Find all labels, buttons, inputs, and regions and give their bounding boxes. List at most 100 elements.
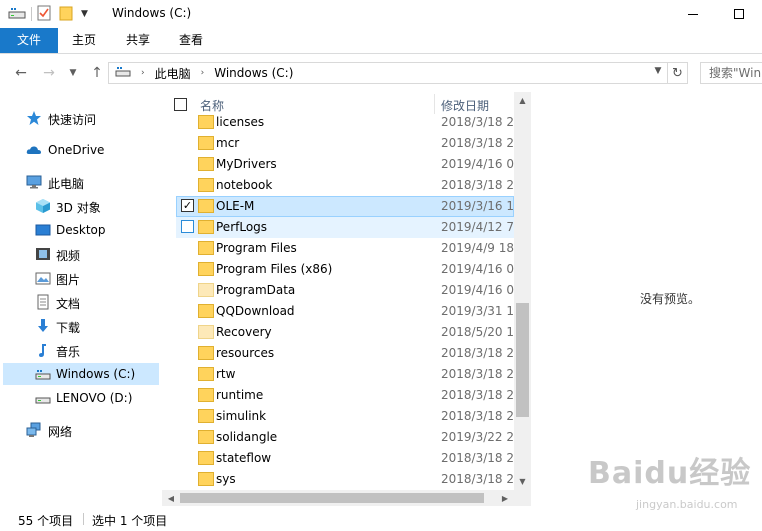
scroll-down-icon[interactable]: ▼ bbox=[514, 473, 531, 490]
file-date: 2018/3/18 20 bbox=[441, 451, 514, 465]
sidebar-item-quick-access[interactable]: 快速访问 bbox=[0, 107, 160, 129]
address-bar[interactable]: › 此电脑 › Windows (C:) ▼ bbox=[108, 62, 668, 84]
table-row[interactable]: runtime 2018/3/18 20 bbox=[176, 385, 514, 406]
folder-icon bbox=[198, 388, 214, 402]
file-name: stateflow bbox=[216, 451, 272, 465]
file-name: solidangle bbox=[216, 430, 278, 444]
sidebar-item-music[interactable]: 音乐 bbox=[0, 339, 160, 361]
folder-icon bbox=[198, 430, 214, 444]
vertical-scrollbar[interactable]: ▲ ▼ bbox=[514, 92, 531, 490]
maximize-button[interactable] bbox=[716, 0, 762, 28]
forward-button[interactable]: → bbox=[40, 64, 58, 82]
sidebar-item-videos[interactable]: 视频 bbox=[0, 243, 160, 265]
table-row[interactable]: Recovery 2018/5/20 17 bbox=[176, 322, 514, 343]
chevron-right-icon[interactable]: › bbox=[141, 68, 145, 78]
table-row[interactable]: licenses 2018/3/18 20 bbox=[176, 112, 514, 133]
sidebar-item-windows-c[interactable]: Windows (C:) bbox=[3, 363, 159, 385]
table-row[interactable]: stateflow 2018/3/18 20 bbox=[176, 448, 514, 469]
ribbon-tabs: 文件 主页 共享 查看 bbox=[0, 28, 762, 53]
file-date: 2018/3/18 20 bbox=[441, 115, 514, 129]
no-preview-text: 没有预览。 bbox=[640, 292, 701, 306]
file-date: 2018/3/18 20 bbox=[441, 136, 514, 150]
table-row[interactable]: simulink 2018/3/18 20 bbox=[176, 406, 514, 427]
table-row[interactable]: Program Files 2019/4/9 18: bbox=[176, 238, 514, 259]
file-date: 2019/4/16 0: bbox=[441, 157, 514, 171]
row-checkbox[interactable] bbox=[181, 220, 194, 233]
folder-icon bbox=[198, 367, 214, 381]
sidebar-item-label: Windows (C:) bbox=[56, 367, 136, 381]
sidebar-item-lenovo-d[interactable]: LENOVO (D:) bbox=[0, 387, 160, 409]
baidu-watermark: Baidu经验 jingyan.baidu.com bbox=[588, 448, 758, 520]
table-row[interactable]: notebook 2018/3/18 20 bbox=[176, 175, 514, 196]
table-row[interactable]: mcr 2018/3/18 20 bbox=[176, 133, 514, 154]
sidebar-item-network[interactable]: 网络 bbox=[0, 419, 160, 441]
refresh-icon: ↻ bbox=[672, 65, 683, 81]
vertical-scroll-thumb[interactable] bbox=[516, 303, 529, 417]
refresh-button[interactable]: ↻ bbox=[668, 62, 688, 84]
table-row[interactable]: Program Files (x86) 2019/4/16 0: bbox=[176, 259, 514, 280]
chevron-down-icon: ▼ bbox=[69, 68, 77, 78]
arrow-left-icon: ← bbox=[15, 65, 27, 81]
scroll-up-icon[interactable]: ▲ bbox=[514, 92, 531, 109]
new-folder-icon[interactable] bbox=[59, 5, 73, 24]
sidebar-item-label: 下载 bbox=[56, 321, 81, 335]
file-date: 2018/3/18 20 bbox=[441, 367, 514, 381]
file-name: Program Files bbox=[216, 241, 297, 255]
file-name: ProgramData bbox=[216, 283, 296, 297]
sidebar-item-label: 文档 bbox=[56, 297, 81, 311]
table-row[interactable]: ProgramData 2019/4/16 0: bbox=[176, 280, 514, 301]
table-row[interactable]: solidangle 2019/3/22 20 bbox=[176, 427, 514, 448]
tab-home[interactable]: 主页 bbox=[58, 28, 110, 53]
horizontal-scrollbar[interactable]: ◀ ▶ bbox=[162, 490, 514, 506]
table-row[interactable]: resources 2018/3/18 20 bbox=[176, 343, 514, 364]
search-input[interactable]: 搜索"Win... bbox=[700, 62, 762, 84]
chevron-right-icon[interactable]: › bbox=[201, 68, 205, 78]
file-name: PerfLogs bbox=[216, 220, 268, 234]
sidebar-item-this-pc[interactable]: 此电脑 bbox=[0, 171, 160, 193]
address-dropdown-icon[interactable]: ▼ bbox=[651, 66, 665, 76]
item-count: 55 个项目 bbox=[18, 514, 74, 528]
file-name: Recovery bbox=[216, 325, 272, 339]
file-date: 2019/4/16 0: bbox=[441, 262, 514, 276]
sidebar-item-label: 网络 bbox=[48, 425, 73, 439]
table-row[interactable]: rtw 2018/3/18 20 bbox=[176, 364, 514, 385]
scroll-right-icon[interactable]: ▶ bbox=[498, 490, 512, 506]
sidebar-item-desktop[interactable]: Desktop bbox=[0, 219, 160, 241]
tab-share[interactable]: 共享 bbox=[110, 28, 166, 53]
download-icon bbox=[38, 319, 48, 332]
table-row-selected[interactable]: ✓ OLE-M 2019/3/16 12 bbox=[176, 196, 514, 217]
sidebar-item-onedrive[interactable]: OneDrive bbox=[0, 139, 160, 161]
back-button[interactable]: ← bbox=[12, 64, 30, 82]
table-row[interactable]: MyDrivers 2019/4/16 0: bbox=[176, 154, 514, 175]
sidebar-item-documents[interactable]: 文档 bbox=[0, 291, 160, 313]
tab-view[interactable]: 查看 bbox=[166, 28, 216, 53]
folder-icon bbox=[198, 451, 214, 465]
folder-icon bbox=[198, 199, 214, 213]
hidden-folder-icon bbox=[198, 325, 214, 339]
file-name: notebook bbox=[216, 178, 273, 192]
breadcrumb-this-pc[interactable]: 此电脑 bbox=[155, 65, 191, 82]
breadcrumb-current[interactable]: Windows (C:) bbox=[214, 66, 293, 80]
sidebar-item-downloads[interactable]: 下载 bbox=[0, 315, 160, 337]
table-row[interactable]: sys 2018/3/18 20 bbox=[176, 469, 514, 490]
up-button[interactable]: ↑ bbox=[88, 64, 106, 82]
table-row[interactable]: QQDownload 2019/3/31 12 bbox=[176, 301, 514, 322]
sidebar-item-label: 图片 bbox=[56, 273, 81, 287]
sidebar-item-3d-objects[interactable]: 3D 对象 bbox=[0, 195, 160, 217]
customize-toolbar-icon[interactable]: ▼ bbox=[81, 9, 88, 19]
minimize-button[interactable] bbox=[670, 0, 716, 28]
select-all-checkbox[interactable] bbox=[174, 98, 187, 111]
horizontal-scroll-thumb[interactable] bbox=[180, 493, 484, 503]
file-date: 2019/3/16 12 bbox=[441, 199, 514, 213]
properties-icon[interactable] bbox=[37, 5, 51, 24]
tab-file[interactable]: 文件 bbox=[0, 28, 58, 53]
scroll-left-icon[interactable]: ◀ bbox=[164, 490, 178, 506]
recent-locations-button[interactable]: ▼ bbox=[64, 64, 82, 82]
folder-icon bbox=[198, 178, 214, 192]
row-checkbox-checked[interactable]: ✓ bbox=[181, 199, 194, 212]
column-divider[interactable] bbox=[434, 94, 435, 114]
file-date: 2018/3/18 20 bbox=[441, 472, 514, 486]
table-row-hover[interactable]: PerfLogs 2019/4/12 7: bbox=[176, 217, 514, 238]
folder-icon bbox=[198, 136, 214, 150]
sidebar-item-pictures[interactable]: 图片 bbox=[0, 267, 160, 289]
